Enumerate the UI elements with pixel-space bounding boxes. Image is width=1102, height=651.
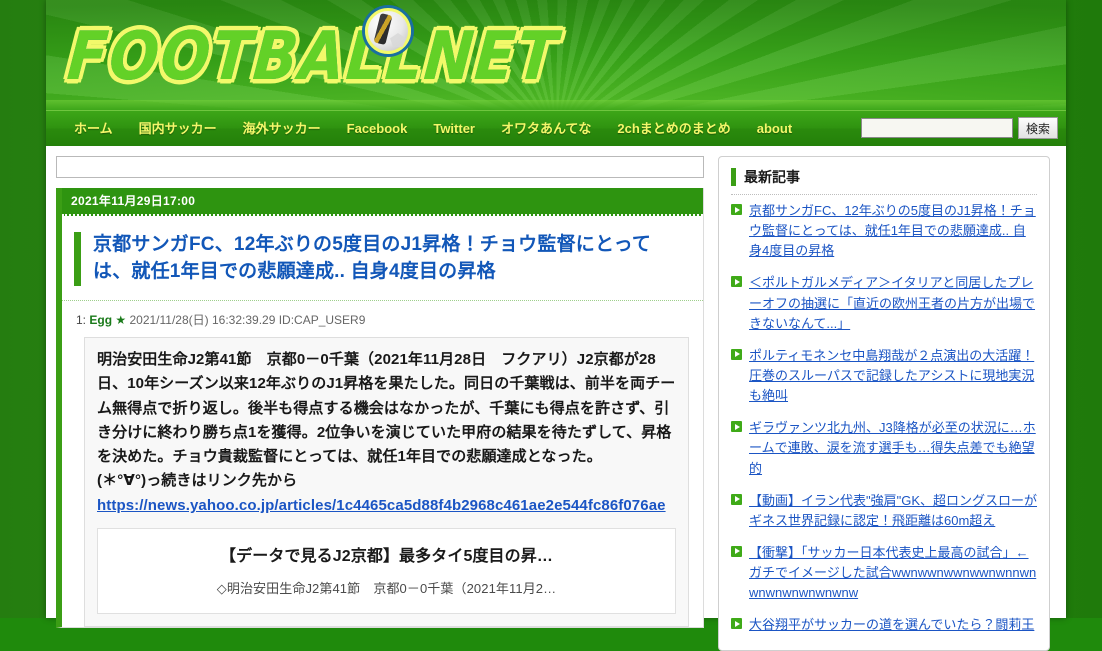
embed-card[interactable]: 【データで見るJ2京都】最多タイ5度目の昇… ◇明治安田生命J2第41節 京都0…: [97, 528, 676, 614]
main-column: 2021年11月29日17:00 京都サンガFC、12年ぶりの5度目のJ1昇格！…: [56, 156, 704, 651]
embed-card-description: ◇明治安田生命J2第41節 京都0－0千葉（2021年11月2…: [216, 580, 557, 596]
nav-item-owata[interactable]: オワタあんてな: [501, 122, 591, 135]
arrow-bullet-icon: [731, 276, 742, 288]
post-meta: 1: Egg ★ 2021/11/28(日) 16:32:39.29 ID:CA…: [62, 301, 703, 337]
nav-item-2ch-matome[interactable]: 2chまとめのまとめ: [617, 122, 730, 135]
site-logo-text: FOOTBALLNET: [63, 15, 564, 96]
sidebar-article-link[interactable]: 【衝撃】「サッカー日本代表史上最高の試合」←ガチでイメージした試合wwnwwnw…: [749, 543, 1037, 603]
search-input[interactable]: [860, 118, 1013, 138]
sidebar-column: 最新記事 京都サンガFC、12年ぶりの5度目のJ1昇格！チョウ監督にとっては、就…: [718, 156, 1050, 651]
nav-item-facebook[interactable]: Facebook: [347, 122, 408, 135]
article-title-row: 京都サンガFC、12年ぶりの5度目のJ1昇格！チョウ監督にとっては、就任1年目で…: [62, 216, 703, 301]
page-frame: FOOTBALLNET ホーム 国内サッカー 海外サッカー Facebook T…: [46, 0, 1066, 651]
latest-articles-heading-row: 最新記事: [731, 167, 1037, 195]
arrow-bullet-icon: [731, 618, 742, 630]
arrow-bullet-icon: [731, 493, 742, 505]
nav-item-home[interactable]: ホーム: [74, 122, 113, 135]
post-source-link[interactable]: https://news.yahoo.co.jp/articles/1c4465…: [97, 494, 676, 518]
nav-item-overseas[interactable]: 海外サッカー: [243, 122, 321, 135]
star-icon: ★: [115, 312, 127, 327]
article-date: 2021年11月29日17:00: [62, 188, 703, 216]
site-header: FOOTBALLNET: [46, 0, 1066, 110]
list-item[interactable]: 【動画】イラン代表"強肩"GK、超ロングスローがギネス世界記録に認定！飛距離は6…: [731, 485, 1037, 537]
list-item[interactable]: 京都サンガFC、12年ぶりの5度目のJ1昇格！チョウ監督にとっては、就任1年目で…: [731, 195, 1037, 267]
post-author: Egg: [89, 312, 113, 327]
heading-accent-bar: [731, 168, 736, 186]
post-number: 1:: [76, 312, 87, 327]
title-accent-bar: [74, 232, 81, 286]
article-title[interactable]: 京都サンガFC、12年ぶりの5度目のJ1昇格！チョウ監督にとっては、就任1年目で…: [93, 232, 689, 286]
soccer-ball-icon: [365, 8, 411, 54]
arrow-bullet-icon: [731, 204, 742, 215]
header-search: 検索: [860, 117, 1058, 139]
post-paragraph-1: 明治安田生命J2第41節 京都0－0千葉（2021年11月28日 フクアリ）J2…: [97, 350, 676, 466]
post-timestamp-id: 2021/11/28(日) 16:32:39.29 ID:CAP_USER9: [129, 312, 366, 327]
nav-item-twitter[interactable]: Twitter: [433, 122, 475, 135]
main-navigation: ホーム 国内サッカー 海外サッカー Facebook Twitter オワタあん…: [46, 110, 1066, 146]
sidebar-article-link[interactable]: ギラヴァンツ北九州、J3降格が必至の状況に…ホームで連敗、涙を流す選手も…得失点…: [749, 418, 1037, 478]
post-body: 明治安田生命J2第41節 京都0－0千葉（2021年11月28日 フクアリ）J2…: [84, 336, 689, 627]
list-item[interactable]: ギラヴァンツ北九州、J3降格が必至の状況に…ホームで連敗、涙を流す選手も…得失点…: [731, 412, 1037, 484]
sidebar-article-link[interactable]: ポルティモネンセ中島翔哉が２点演出の大活躍！圧巻のスルーパスで記録したアシストに…: [749, 346, 1037, 406]
list-item[interactable]: ＜ポルトガルメディア＞イタリアと同居したプレーオフの抽選に「直近の欧州王者の片方…: [731, 267, 1037, 339]
article-container: 2021年11月29日17:00 京都サンガFC、12年ぶりの5度目のJ1昇格！…: [56, 188, 704, 628]
list-item[interactable]: 大谷翔平がサッカーの道を選んでいたら？闘莉王: [731, 609, 1037, 641]
latest-articles-panel: 最新記事 京都サンガFC、12年ぶりの5度目のJ1昇格！チョウ監督にとっては、就…: [718, 156, 1050, 651]
arrow-bullet-icon: [731, 545, 742, 557]
site-logo[interactable]: FOOTBALLNET: [63, 6, 564, 102]
list-item[interactable]: ポルティモネンセ中島翔哉が２点演出の大活躍！圧巻のスルーパスで記録したアシストに…: [731, 340, 1037, 412]
sidebar-article-link[interactable]: 大谷翔平がサッカーの道を選んでいたら？闘莉王: [749, 615, 1034, 635]
content-area: 2021年11月29日17:00 京都サンガFC、12年ぶりの5度目のJ1昇格！…: [46, 146, 1066, 651]
arrow-bullet-icon: [731, 348, 742, 360]
arrow-bullet-icon: [731, 421, 742, 433]
sidebar-article-link[interactable]: ＜ポルトガルメディア＞イタリアと同居したプレーオフの抽選に「直近の欧州王者の片方…: [749, 273, 1037, 333]
search-button[interactable]: 検索: [1017, 117, 1058, 139]
post-paragraph-2: (＊°∀°)っ続きはリンク先から: [97, 472, 298, 490]
latest-articles-heading: 最新記事: [744, 169, 800, 185]
list-item[interactable]: 【衝撃】「サッカー日本代表史上最高の試合」←ガチでイメージした試合wwnwwnw…: [731, 537, 1037, 609]
sidebar-article-link[interactable]: 京都サンガFC、12年ぶりの5度目のJ1昇格！チョウ監督にとっては、就任1年目で…: [749, 201, 1037, 261]
latest-articles-list: 京都サンガFC、12年ぶりの5度目のJ1昇格！チョウ監督にとっては、就任1年目で…: [731, 195, 1037, 642]
nav-item-domestic[interactable]: 国内サッカー: [139, 122, 217, 135]
nav-item-about[interactable]: about: [757, 122, 792, 135]
embed-card-title: 【データで見るJ2京都】最多タイ5度目の昇…: [220, 548, 553, 566]
top-filter-box[interactable]: [56, 156, 704, 178]
sidebar-article-link[interactable]: 【動画】イラン代表"強肩"GK、超ロングスローがギネス世界記録に認定！飛距離は6…: [749, 491, 1037, 531]
